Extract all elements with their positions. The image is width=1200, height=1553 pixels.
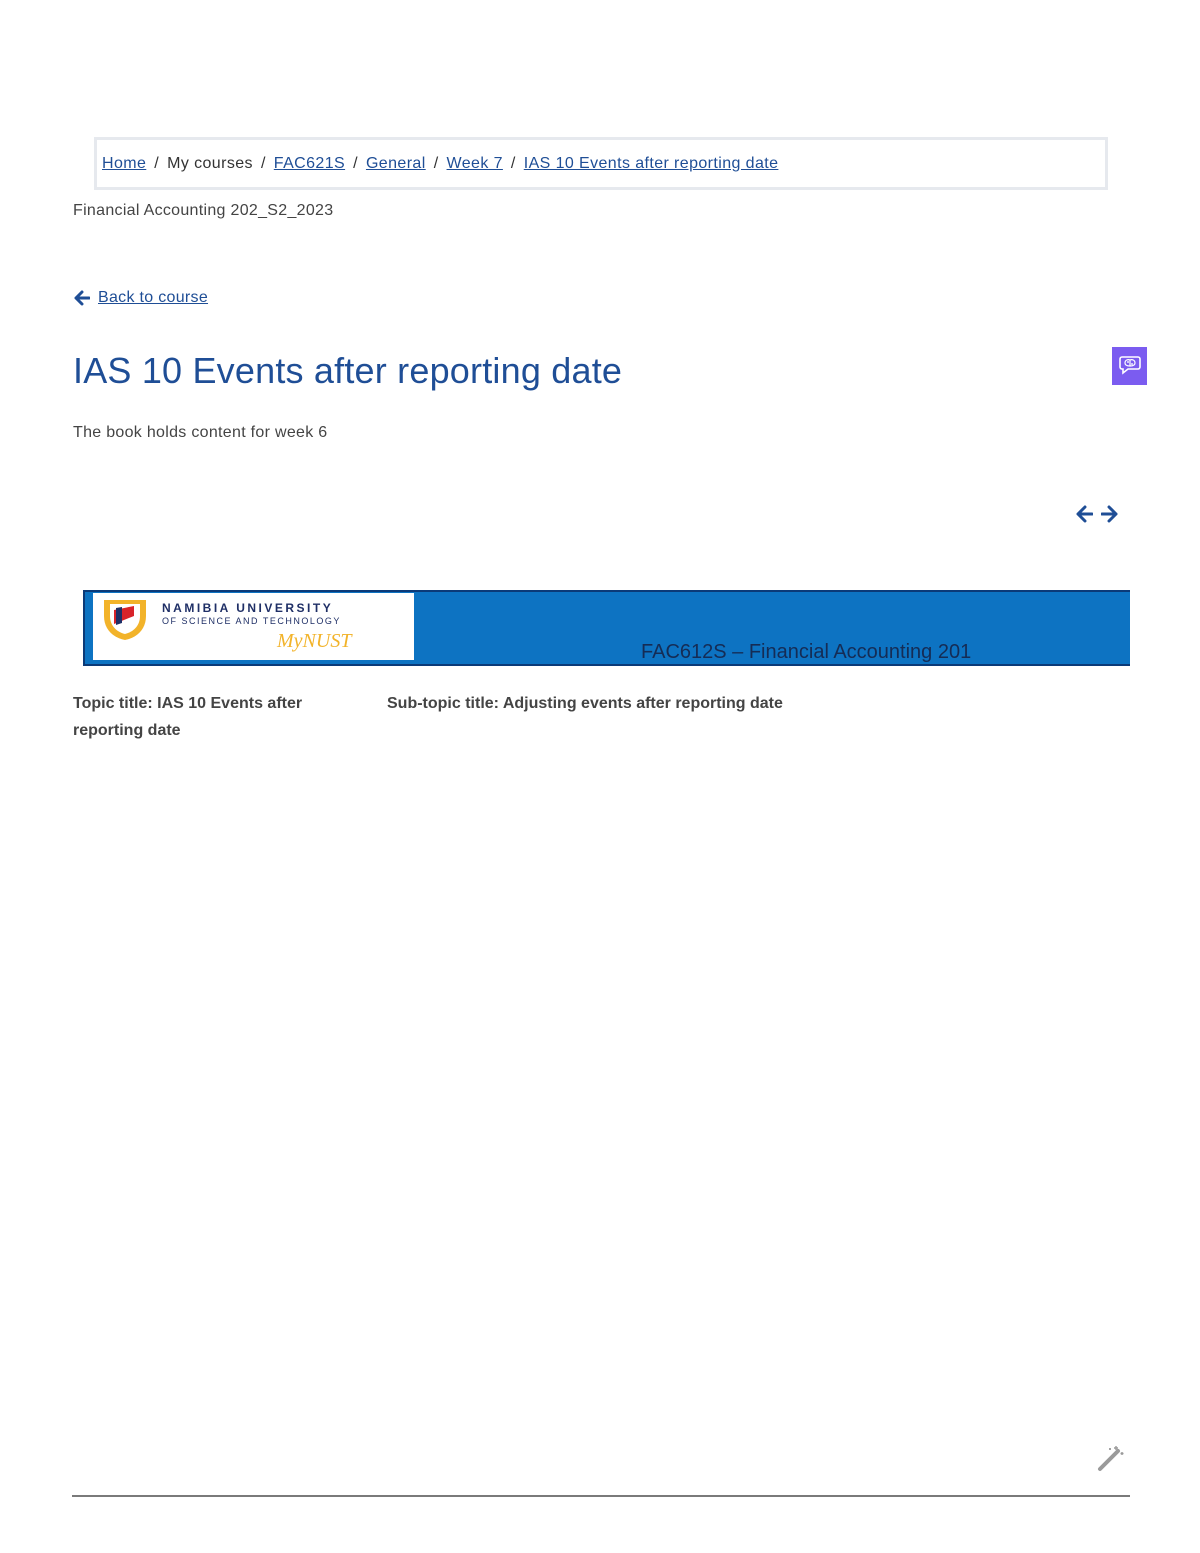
breadcrumb: Home / My courses / FAC621S / General / … [94, 137, 1108, 190]
course-full-name: Financial Accounting 202_S2_2023 [73, 202, 334, 219]
breadcrumb-my-courses: My courses [167, 154, 253, 172]
ai-assistant-button[interactable] [1112, 347, 1147, 385]
page-title: IAS 10 Events after reporting date [73, 350, 623, 391]
brain-chat-icon [1118, 353, 1142, 380]
breadcrumb-separator: / [510, 154, 516, 172]
nust-logo: NAMIBIA UNIVERSITY OF SCIENCE AND TECHNO… [93, 593, 414, 660]
previous-chapter-button[interactable] [1076, 505, 1094, 523]
magic-wand-icon [1098, 1446, 1124, 1471]
banner-course-title: FAC612S – Financial Accounting 201 [641, 641, 972, 663]
subtopic-title: Sub-topic title: Adjusting events after … [387, 695, 783, 712]
magic-wand-button[interactable] [1096, 1443, 1126, 1473]
breadcrumb-separator: / [353, 154, 358, 172]
chapter-navigation [1076, 505, 1118, 523]
back-to-course[interactable]: Back to course [74, 289, 208, 307]
breadcrumb-separator: / [260, 154, 266, 172]
back-to-course-link[interactable]: Back to course [98, 289, 208, 307]
topic-title: Topic title: IAS 10 Events after reporti… [73, 695, 303, 739]
course-banner-image: NAMIBIA UNIVERSITY OF SCIENCE AND TECHNO… [83, 590, 1130, 666]
mynust-wordmark-text: MyNUST [276, 630, 353, 652]
next-chapter-button[interactable] [1100, 505, 1118, 523]
breadcrumb-week-link[interactable]: Week 7 [447, 155, 503, 173]
arrow-left-icon [74, 290, 90, 306]
university-name-line1: NAMIBIA UNIVERSITY [162, 601, 334, 615]
breadcrumb-section-link[interactable]: General [366, 155, 426, 173]
breadcrumb-home-link[interactable]: Home [102, 155, 146, 173]
breadcrumb-course-link[interactable]: FAC621S [274, 155, 345, 173]
breadcrumb-separator: / [154, 154, 160, 172]
mynust-wordmark: MyNUST [276, 630, 353, 652]
breadcrumb-current-link[interactable]: IAS 10 Events after reporting date [524, 155, 779, 173]
footer-divider [72, 1495, 1130, 1497]
arrow-left-icon [1076, 505, 1094, 523]
university-name-line2: OF SCIENCE AND TECHNOLOGY [162, 616, 341, 626]
book-description: The book holds content for week 6 [73, 424, 328, 441]
nust-shield-icon [104, 600, 146, 640]
arrow-right-icon [1100, 505, 1118, 523]
breadcrumb-separator: / [433, 154, 439, 172]
